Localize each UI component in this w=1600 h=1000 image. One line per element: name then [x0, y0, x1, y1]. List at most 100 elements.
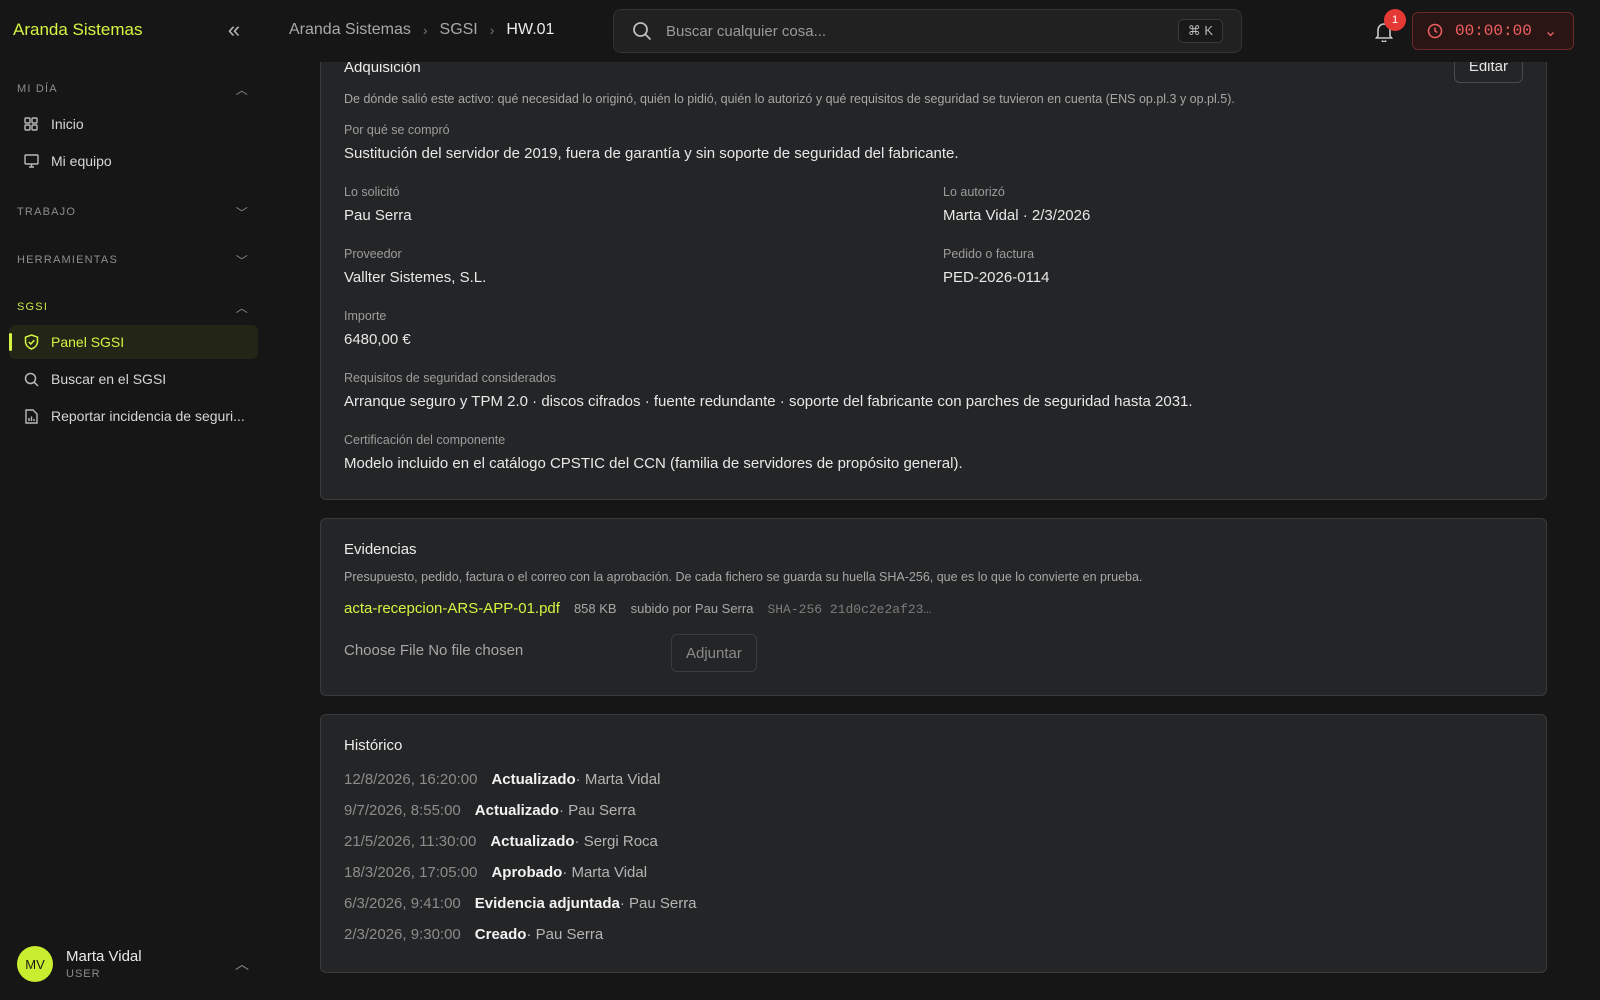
attach-button[interactable]: Adjuntar	[671, 634, 757, 672]
chevron-up-icon: ︿	[235, 956, 249, 972]
section-mi-dia-label: MI DÍA	[17, 83, 58, 95]
evidence-file-row: acta-recepcion-ARS-APP-01.pdf 858 KB sub…	[344, 600, 931, 617]
history-timestamp: 18/3/2026, 17:05:00	[344, 864, 478, 881]
history-action: Actualizado	[491, 771, 576, 788]
grid-icon	[23, 116, 39, 132]
sidebar-item-buscar-sgsi[interactable]: Buscar en el SGSI	[9, 362, 258, 396]
certification-label: Certificación del componente	[344, 433, 506, 447]
sidebar-item-label: Inicio	[51, 116, 84, 132]
authorized-value: Marta Vidal · 2/3/2026	[943, 207, 1091, 224]
evidence-description: Presupuesto, pedido, factura o el correo…	[344, 570, 1143, 584]
history-row: 18/3/2026, 17:05:00 Aprobado · Marta Vid…	[344, 864, 647, 881]
history-action: Creado	[474, 926, 527, 943]
chevron-down-icon: ﹀	[235, 253, 249, 268]
chevron-up-icon: ︿	[235, 82, 249, 97]
avatar: MV	[17, 946, 53, 982]
requested-label: Lo solicitó	[344, 185, 400, 199]
chevron-down-icon: ⌄	[1543, 23, 1558, 40]
acquisition-card: Adquisición Editar De dónde salió este a…	[320, 44, 1547, 500]
sidebar-item-panel-sgsi[interactable]: Panel SGSI	[9, 325, 258, 359]
search-icon	[23, 371, 39, 387]
history-row: 9/7/2026, 8:55:00 Actualizado · Pau Serr…	[344, 802, 636, 819]
breadcrumb-item[interactable]: Aranda Sistemas	[289, 21, 411, 39]
section-trabajo-label: TRABAJO	[17, 206, 77, 218]
breadcrumb-current: HW.01	[506, 21, 555, 38]
sidebar-item-reportar-incidencia[interactable]: Reportar incidencia de seguri...	[9, 399, 258, 433]
section-trabajo[interactable]: TRABAJO ﹀	[17, 203, 249, 221]
chevron-right-icon: ›	[489, 22, 495, 38]
timer-value: 00:00:00	[1455, 22, 1532, 40]
history-timestamp: 6/3/2026, 9:41:00	[344, 895, 461, 912]
history-action: Evidencia adjuntada	[474, 895, 620, 912]
chevron-up-icon: ︿	[235, 300, 249, 315]
requirements-value: Arranque seguro y TPM 2.0 · discos cifra…	[344, 393, 1193, 410]
search-icon	[632, 21, 652, 41]
sidebar-item-label: Buscar en el SGSI	[51, 371, 167, 387]
file-hash: SHA-256 21d0c2e2af23…	[767, 602, 932, 617]
history-author: · Marta Vidal	[562, 864, 648, 881]
history-title: Histórico	[344, 737, 403, 754]
authorized-label: Lo autorizó	[943, 185, 1005, 199]
search-input[interactable]	[666, 22, 1146, 40]
report-document-icon	[23, 408, 39, 424]
sidebar-item-label: Mi equipo	[51, 153, 112, 169]
why-label: Por qué se compró	[344, 123, 450, 137]
order-label: Pedido o factura	[943, 247, 1035, 261]
user-menu[interactable]: MV Marta Vidal USER ︿	[17, 944, 249, 984]
history-author: · Pau Serra	[619, 895, 697, 912]
file-size: 858 KB	[573, 601, 617, 616]
sidebar-item-inicio[interactable]: Inicio	[9, 107, 258, 141]
certification-value: Modelo incluido en el catálogo CPSTIC de…	[344, 455, 963, 472]
supplier-label: Proveedor	[344, 247, 402, 261]
topbar: Aranda Sistemas › SGSI › HW.01 ⌘ K 1 00:…	[268, 0, 1600, 62]
history-timestamp: 2/3/2026, 9:30:00	[344, 926, 461, 943]
chevron-right-icon: ›	[422, 22, 428, 38]
breadcrumb-item[interactable]: SGSI	[440, 21, 478, 39]
monitor-icon	[23, 153, 39, 169]
shield-check-icon	[23, 334, 39, 350]
section-sgsi[interactable]: SGSI ︿	[17, 298, 249, 316]
supplier-value: Vallter Sistemes, S.L.	[344, 269, 487, 286]
sidebar-item-mi-equipo[interactable]: Mi equipo	[9, 144, 258, 178]
amount-label: Importe	[344, 309, 387, 323]
history-timestamp: 12/8/2026, 16:20:00	[344, 771, 478, 788]
user-role: USER	[66, 968, 101, 980]
search-shortcut: ⌘ K	[1177, 19, 1223, 43]
time-tracker-button[interactable]: 00:00:00 ⌄	[1412, 12, 1574, 50]
history-timestamp: 21/5/2026, 11:30:00	[344, 833, 477, 850]
file-chooser-input[interactable]: Choose File No file chosen	[344, 642, 523, 659]
history-row: 21/5/2026, 11:30:00 Actualizado · Sergi …	[344, 833, 658, 850]
evidence-file-link[interactable]: acta-recepcion-ARS-APP-01.pdf	[344, 600, 560, 617]
section-herramientas-label: HERRAMIENTAS	[17, 254, 118, 266]
chevron-down-icon: ﹀	[235, 205, 249, 220]
history-timestamp: 9/7/2026, 8:55:00	[344, 802, 461, 819]
why-value: Sustitución del servidor de 2019, fuera …	[344, 145, 959, 162]
sidebar: Aranda Sistemas « MI DÍA ︿ Inicio Mi equ…	[0, 0, 268, 1000]
history-row: 2/3/2026, 9:30:00 Creado · Pau Serra	[344, 926, 603, 943]
file-uploader: subido por Pau Serra	[630, 601, 754, 616]
collapse-sidebar-icon[interactable]: «	[222, 19, 246, 42]
history-card: Histórico 12/8/2026, 16:20:00 Actualizad…	[320, 714, 1547, 973]
section-mi-dia[interactable]: MI DÍA ︿	[17, 80, 249, 98]
history-action: Actualizado	[490, 833, 575, 850]
brand-name[interactable]: Aranda Sistemas	[13, 20, 142, 40]
history-author: · Pau Serra	[526, 926, 604, 943]
section-herramientas[interactable]: HERRAMIENTAS ﹀	[17, 251, 249, 269]
acquisition-description: De dónde salió este activo: qué necesida…	[344, 92, 1235, 106]
history-action: Actualizado	[474, 802, 559, 819]
amount-value: 6480,00 €	[344, 331, 411, 348]
requirements-label: Requisitos de seguridad considerados	[344, 371, 556, 385]
history-row: 12/8/2026, 16:20:00 Actualizado · Marta …	[344, 771, 660, 788]
evidence-title: Evidencias	[344, 541, 417, 558]
history-row: 6/3/2026, 9:41:00 Evidencia adjuntada · …	[344, 895, 697, 912]
history-action: Aprobado	[491, 864, 563, 881]
evidence-card: Evidencias Presupuesto, pedido, factura …	[320, 518, 1547, 696]
history-author: · Marta Vidal	[575, 771, 661, 788]
section-sgsi-label: SGSI	[17, 301, 49, 313]
order-value: PED-2026-0114	[943, 269, 1050, 286]
sidebar-item-label: Reportar incidencia de seguri...	[51, 408, 245, 424]
breadcrumb: Aranda Sistemas › SGSI › HW.01	[289, 21, 554, 39]
notification-count-badge: 1	[1384, 9, 1406, 31]
history-author: · Sergi Roca	[574, 833, 658, 850]
search-bar[interactable]: ⌘ K	[613, 9, 1242, 53]
